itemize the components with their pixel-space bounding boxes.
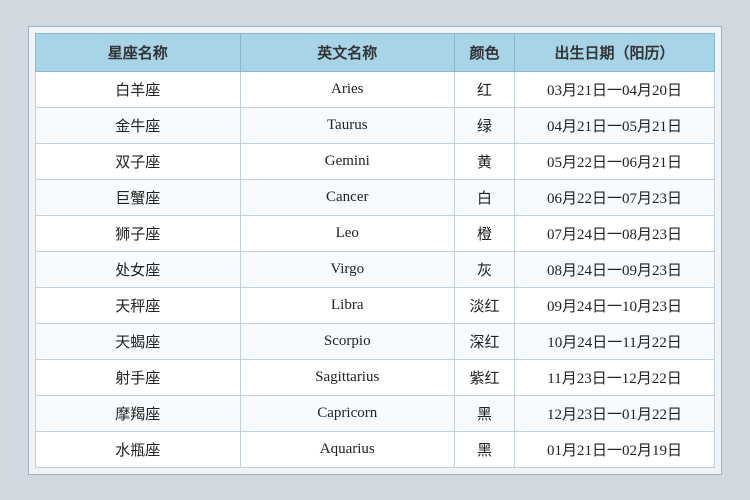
cell-english-name: Scorpio <box>240 323 455 359</box>
cell-dates: 06月22日一07月23日 <box>515 179 715 215</box>
cell-dates: 11月23日一12月22日 <box>515 359 715 395</box>
table-row: 狮子座Leo橙07月24日一08月23日 <box>36 215 715 251</box>
cell-color: 黄 <box>455 143 515 179</box>
cell-dates: 04月21日一05月21日 <box>515 107 715 143</box>
cell-english-name: Cancer <box>240 179 455 215</box>
cell-english-name: Virgo <box>240 251 455 287</box>
cell-chinese-name: 射手座 <box>36 359 241 395</box>
cell-dates: 09月24日一10月23日 <box>515 287 715 323</box>
cell-color: 紫红 <box>455 359 515 395</box>
cell-chinese-name: 巨蟹座 <box>36 179 241 215</box>
table-row: 双子座Gemini黄05月22日一06月21日 <box>36 143 715 179</box>
cell-color: 橙 <box>455 215 515 251</box>
cell-chinese-name: 狮子座 <box>36 215 241 251</box>
header-dates: 出生日期（阳历） <box>515 33 715 71</box>
cell-dates: 07月24日一08月23日 <box>515 215 715 251</box>
table-row: 金牛座Taurus绿04月21日一05月21日 <box>36 107 715 143</box>
cell-chinese-name: 金牛座 <box>36 107 241 143</box>
cell-chinese-name: 摩羯座 <box>36 395 241 431</box>
cell-chinese-name: 天蝎座 <box>36 323 241 359</box>
header-color: 颜色 <box>455 33 515 71</box>
table-header-row: 星座名称 英文名称 颜色 出生日期（阳历） <box>36 33 715 71</box>
cell-color: 白 <box>455 179 515 215</box>
cell-chinese-name: 处女座 <box>36 251 241 287</box>
cell-english-name: Aquarius <box>240 431 455 467</box>
cell-chinese-name: 水瓶座 <box>36 431 241 467</box>
cell-chinese-name: 白羊座 <box>36 71 241 107</box>
table-row: 天秤座Libra淡红09月24日一10月23日 <box>36 287 715 323</box>
cell-chinese-name: 天秤座 <box>36 287 241 323</box>
table-row: 天蝎座Scorpio深红10月24日一11月22日 <box>36 323 715 359</box>
cell-english-name: Leo <box>240 215 455 251</box>
header-chinese-name: 星座名称 <box>36 33 241 71</box>
cell-dates: 05月22日一06月21日 <box>515 143 715 179</box>
cell-chinese-name: 双子座 <box>36 143 241 179</box>
cell-dates: 08月24日一09月23日 <box>515 251 715 287</box>
cell-color: 深红 <box>455 323 515 359</box>
cell-color: 绿 <box>455 107 515 143</box>
table-row: 处女座Virgo灰08月24日一09月23日 <box>36 251 715 287</box>
zodiac-table: 星座名称 英文名称 颜色 出生日期（阳历） 白羊座Aries红03月21日一04… <box>35 33 715 468</box>
cell-color: 红 <box>455 71 515 107</box>
header-english-name: 英文名称 <box>240 33 455 71</box>
table-row: 水瓶座Aquarius黑01月21日一02月19日 <box>36 431 715 467</box>
cell-english-name: Taurus <box>240 107 455 143</box>
table-row: 巨蟹座Cancer白06月22日一07月23日 <box>36 179 715 215</box>
cell-english-name: Gemini <box>240 143 455 179</box>
table-row: 白羊座Aries红03月21日一04月20日 <box>36 71 715 107</box>
cell-dates: 12月23日一01月22日 <box>515 395 715 431</box>
table-row: 摩羯座Capricorn黑12月23日一01月22日 <box>36 395 715 431</box>
cell-dates: 03月21日一04月20日 <box>515 71 715 107</box>
cell-english-name: Sagittarius <box>240 359 455 395</box>
cell-english-name: Capricorn <box>240 395 455 431</box>
cell-english-name: Libra <box>240 287 455 323</box>
cell-english-name: Aries <box>240 71 455 107</box>
table-row: 射手座Sagittarius紫红11月23日一12月22日 <box>36 359 715 395</box>
table-body: 白羊座Aries红03月21日一04月20日金牛座Taurus绿04月21日一0… <box>36 71 715 467</box>
cell-color: 黑 <box>455 395 515 431</box>
cell-dates: 10月24日一11月22日 <box>515 323 715 359</box>
cell-color: 黑 <box>455 431 515 467</box>
cell-dates: 01月21日一02月19日 <box>515 431 715 467</box>
cell-color: 灰 <box>455 251 515 287</box>
zodiac-table-container: 星座名称 英文名称 颜色 出生日期（阳历） 白羊座Aries红03月21日一04… <box>28 26 722 475</box>
cell-color: 淡红 <box>455 287 515 323</box>
